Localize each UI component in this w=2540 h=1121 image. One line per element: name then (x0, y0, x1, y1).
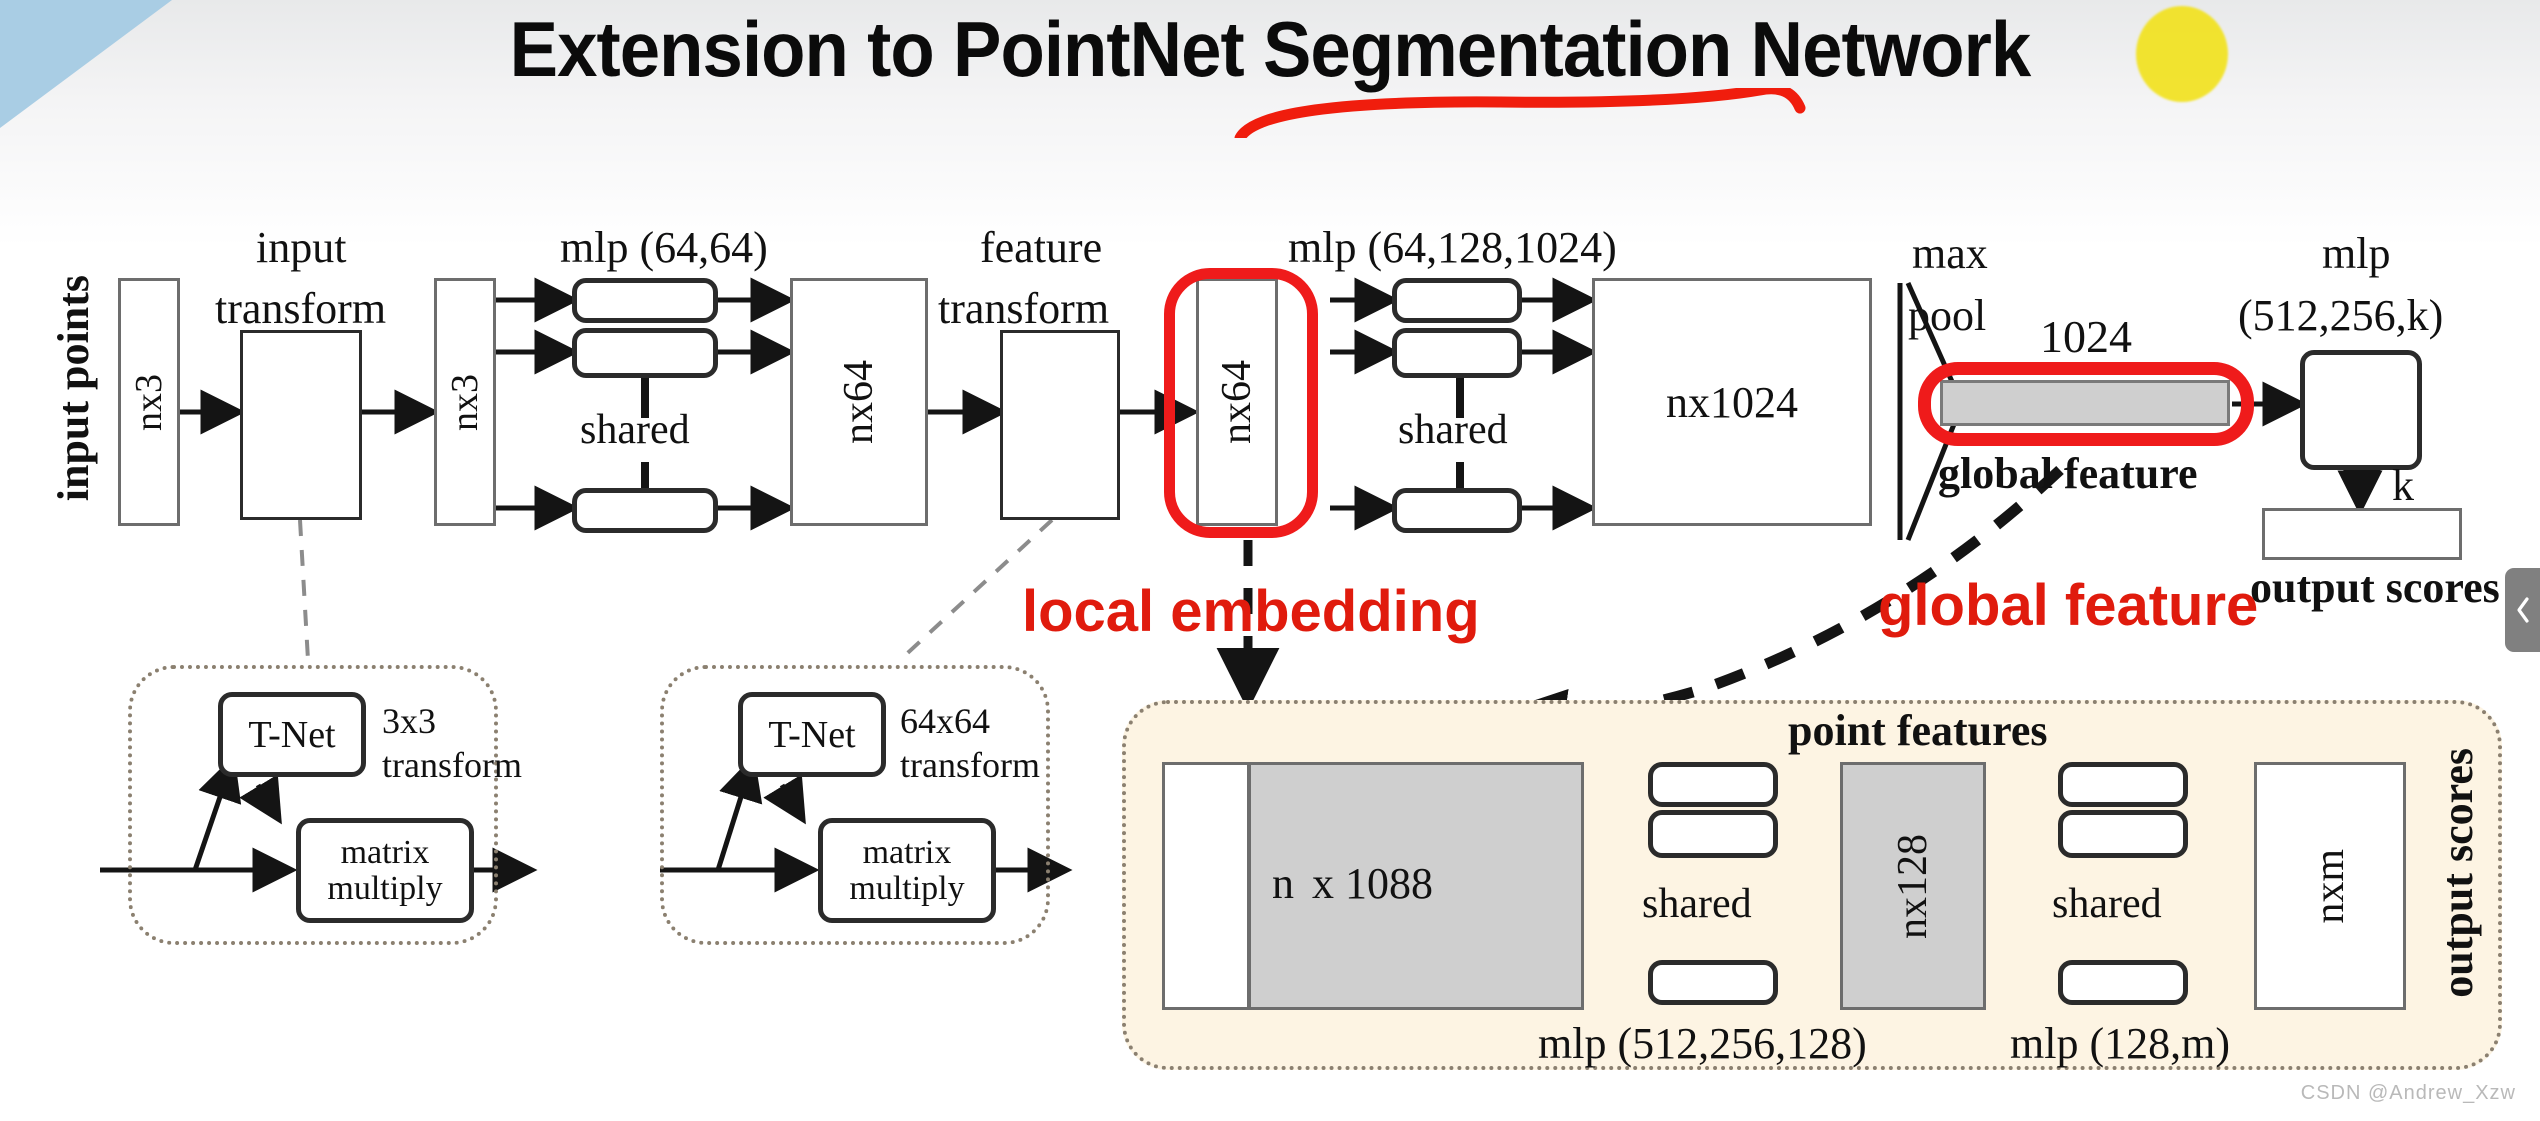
mlp2-rail-top (1392, 278, 1522, 323)
max-pool-caption-line1: max (1912, 229, 1988, 278)
block-input-transform (240, 330, 362, 520)
mlp-64-128-1024-caption: mlp (64,128,1024) (1288, 223, 1617, 272)
global-feature-caption: global feature (1938, 449, 2198, 498)
annotation-global-feature: global feature (1878, 573, 2259, 638)
mlp2-rail-mid (1392, 328, 1522, 378)
seg-output-scores-label: output scores (2433, 748, 2482, 998)
collapse-sidebar-toggle[interactable] (2505, 568, 2540, 652)
block-input-points-nx3: nx3 (118, 278, 180, 526)
feature-tnet-transform-label-line2: transform (900, 745, 1040, 785)
seg-mlp2-caption: mlp (128,m) (2010, 1019, 2230, 1068)
block-output-scores-bar (2262, 508, 2462, 560)
block-classification-mlp (2300, 350, 2422, 470)
block-label: nx64 (1214, 360, 1260, 444)
block-nx128: nx128 (1840, 762, 1986, 1010)
feature-tnet-transform-label-line1: 64x64 (900, 701, 990, 741)
concat-dims-label: x 1088 (1312, 859, 1433, 908)
block-nxm-output: nxm (2254, 762, 2406, 1010)
mlp1-rail-mid (572, 328, 718, 378)
block-label: nx128 (1890, 833, 1936, 939)
seg-shared-caption-1: shared (1642, 881, 1752, 927)
seg-mlp1-rail-top (1648, 762, 1778, 807)
block-local-embedding-nx64: nx64 (1196, 278, 1278, 526)
feature-tnet-block: T-Net (738, 692, 886, 777)
seg-mlp1-caption: mlp (512,256,128) (1538, 1019, 1867, 1068)
seg-mlp2-rail-top (2058, 762, 2188, 807)
block-nx1024: nx1024 (1592, 278, 1872, 526)
csdn-watermark: CSDN @Andrew_Xzw (2300, 1082, 2516, 1104)
mlp1-rail-bottom (572, 488, 718, 533)
input-tnet-matmul-block: matrix multiply (296, 818, 474, 923)
seg-mlp2-rail-mid (2058, 810, 2188, 858)
block-label-line2: multiply (849, 869, 965, 907)
slide-canvas: Extension to PointNet Segmentation Netwo… (0, 0, 2540, 1121)
input-tnet-transform-label-line2: transform (382, 745, 522, 785)
feature-transform-caption-line1: feature (980, 223, 1103, 272)
block-transformed-nx3: nx3 (434, 278, 496, 526)
feature-transform-caption-line2: transform (938, 284, 1110, 333)
max-pool-caption-line2: pool (1908, 291, 1987, 340)
block-feature-transform (1000, 330, 1120, 520)
pointnet-architecture-diagram: input points nx3 input transform nx3 mlp… (0, 0, 2540, 1121)
mlp1-rail-top (572, 278, 718, 323)
global-feature-dim-label: 1024 (2040, 311, 2132, 362)
block-nx64-after-mlp: nx64 (790, 278, 928, 526)
k-arrow-label: k (2392, 461, 2414, 510)
block-global-feature-bar (1940, 380, 2230, 426)
block-label-line1: matrix (340, 833, 430, 871)
block-label-line1: matrix (862, 833, 952, 871)
block-label-line2: multiply (327, 869, 443, 907)
mlp-64-64-caption: mlp (64,64) (560, 223, 768, 272)
seg-shared-caption-2: shared (2052, 881, 2162, 927)
annotation-local-embedding: local embedding (1022, 579, 1480, 644)
seg-mlp1-rail-bottom (1648, 960, 1778, 1005)
input-points-label: input points (49, 275, 98, 502)
point-features-title: point features (1788, 706, 2048, 755)
shared-caption-2: shared (1398, 407, 1508, 453)
mlp-512-256-k-caption-line2: (512,256,k) (2238, 291, 2444, 340)
block-label: nx1024 (1666, 377, 1798, 427)
block-label: nxm (2307, 848, 2353, 924)
concat-n-label: n (1272, 859, 1294, 908)
output-scores-caption: output scores (2250, 563, 2500, 612)
input-transform-caption-line2: transform (215, 284, 387, 333)
chevron-left-icon (2513, 595, 2533, 625)
block-concat-features-white (1162, 762, 1250, 1010)
feature-tnet-matmul-block: matrix multiply (818, 818, 996, 923)
seg-mlp2-rail-bottom (2058, 960, 2188, 1005)
block-label: T-Net (248, 713, 336, 756)
shared-caption-1: shared (580, 407, 690, 453)
block-label: nx3 (128, 373, 170, 431)
mlp2-rail-bottom (1392, 488, 1522, 533)
input-tnet-block: T-Net (218, 692, 366, 777)
input-tnet-transform-label-line1: 3x3 (382, 701, 436, 741)
seg-mlp1-rail-mid (1648, 810, 1778, 858)
block-label: nx3 (444, 373, 486, 431)
block-label: T-Net (768, 713, 856, 756)
input-transform-caption-line1: input (256, 223, 347, 272)
block-label: nx64 (836, 360, 882, 444)
mlp-512-256-k-caption-line1: mlp (2322, 229, 2391, 278)
